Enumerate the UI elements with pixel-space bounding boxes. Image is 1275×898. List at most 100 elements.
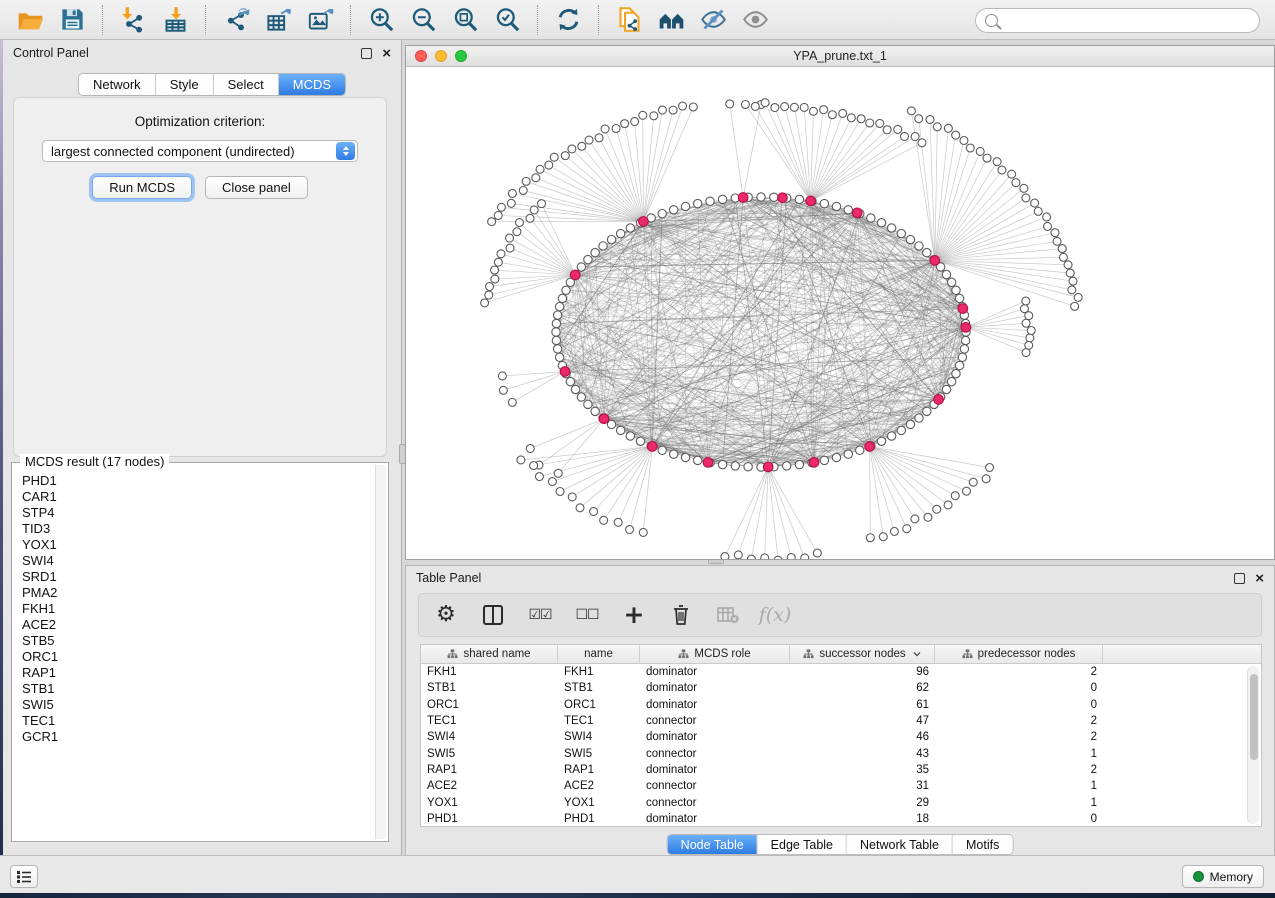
network-node[interactable] [933,505,941,513]
close-icon[interactable]: × [1255,573,1264,584]
network-node[interactable] [800,103,808,111]
table-cell[interactable]: 31 [790,780,935,792]
network-node[interactable] [1012,179,1020,187]
mcds-result-item[interactable]: STP4 [18,505,374,521]
network-node[interactable] [933,123,941,131]
network-node[interactable] [1022,297,1030,305]
network-node[interactable] [958,353,966,361]
network-node[interactable] [887,432,895,440]
network-node[interactable] [1026,334,1034,342]
table-scrollbar-thumb[interactable] [1250,674,1258,760]
table-cell[interactable]: RAP1 [421,764,558,776]
table-cell[interactable]: ACE2 [421,780,558,792]
network-node[interactable] [1071,302,1079,310]
network-node[interactable] [844,206,852,214]
network-node[interactable] [820,106,828,114]
network-node[interactable] [636,437,644,445]
network-node[interactable] [522,177,530,185]
network-node[interactable] [650,112,658,120]
table-cell[interactable]: SWI4 [558,731,640,743]
network-node[interactable] [942,385,950,393]
network-node[interactable] [911,133,919,141]
network-node[interactable] [718,195,726,203]
table-cell[interactable]: YOX1 [421,797,558,809]
table-cell[interactable]: 43 [790,748,935,760]
mcds-result-item[interactable]: SWI5 [18,697,374,713]
network-node[interactable] [491,275,499,283]
network-node[interactable] [1064,261,1072,269]
network-node[interactable] [1034,207,1042,215]
network-node[interactable] [942,270,950,278]
mcds-hub-node[interactable] [934,395,944,405]
network-node[interactable] [731,462,739,470]
table-cell[interactable]: TEC1 [558,715,640,727]
mcds-hub-node[interactable] [778,193,788,203]
network-node[interactable] [626,526,634,534]
task-history-button[interactable] [10,865,38,888]
mcds-result-item[interactable]: ORC1 [18,649,374,665]
table-cell[interactable]: SWI5 [558,748,640,760]
network-node[interactable] [1043,213,1051,221]
network-node[interactable] [906,420,914,428]
table-cell[interactable]: 2 [935,731,1103,743]
network-node[interactable] [918,139,926,147]
table-cell[interactable]: 2 [935,666,1103,678]
export-image-button[interactable] [299,3,341,37]
network-node[interactable] [658,209,666,217]
network-node[interactable] [787,554,795,559]
mcds-result-item[interactable]: PMA2 [18,585,374,601]
network-node[interactable] [1020,184,1028,192]
zoom-out-button[interactable] [402,3,444,37]
network-node[interactable] [906,235,914,243]
network-node[interactable] [820,199,828,207]
network-node[interactable] [670,450,678,458]
mcds-hub-node[interactable] [961,322,971,332]
network-node[interactable] [497,250,505,258]
table-cell[interactable]: dominator [640,813,790,825]
save-session-button[interactable] [51,3,93,37]
network-node[interactable] [900,132,908,140]
table-cell[interactable]: PHD1 [421,813,558,825]
network-node[interactable] [584,255,592,263]
table-cell[interactable]: RAP1 [558,764,640,776]
function-builder-icon[interactable]: f(x) [762,602,788,628]
network-node[interactable] [599,242,607,250]
network-node[interactable] [857,115,865,123]
network-node[interactable] [552,336,560,344]
tab-style[interactable]: Style [156,74,214,95]
table-cell[interactable]: 0 [935,813,1103,825]
network-node[interactable] [876,119,884,127]
network-node[interactable] [639,528,647,536]
float-icon[interactable] [361,48,372,59]
network-node[interactable] [552,319,560,327]
network-node[interactable] [1008,170,1016,178]
network-node[interactable] [923,248,931,256]
mcds-hub-node[interactable] [703,458,713,468]
mcds-result-item[interactable]: PHD1 [18,473,374,489]
network-node[interactable] [591,248,599,256]
network-node[interactable] [887,224,895,232]
network-node[interactable] [585,136,593,144]
column-header-name[interactable]: name [558,645,640,663]
table-row[interactable]: YOX1YOX1connector291 [421,794,1261,810]
network-node[interactable] [761,554,769,559]
network-node[interactable] [499,386,507,394]
network-node[interactable] [601,125,609,133]
network-node[interactable] [584,400,592,408]
column-header-successor-nodes[interactable]: successor nodes [790,645,935,663]
refresh-layout-button[interactable] [547,3,589,37]
network-node[interactable] [568,493,576,501]
network-node[interactable] [774,556,782,559]
network-node[interactable] [866,119,874,127]
tab-node-table[interactable]: Node Table [668,835,758,854]
network-node[interactable] [976,147,984,155]
mcds-hub-node[interactable] [738,193,748,203]
mcds-result-item[interactable]: ACE2 [18,617,374,633]
mcds-result-item[interactable]: RAP1 [18,665,374,681]
network-node[interactable] [1020,305,1028,313]
column-visibility-icon[interactable] [480,602,506,628]
network-node[interactable] [771,104,779,112]
zoom-fit-button[interactable] [444,3,486,37]
network-node[interactable] [998,166,1006,174]
tab-mcds[interactable]: MCDS [279,74,345,95]
